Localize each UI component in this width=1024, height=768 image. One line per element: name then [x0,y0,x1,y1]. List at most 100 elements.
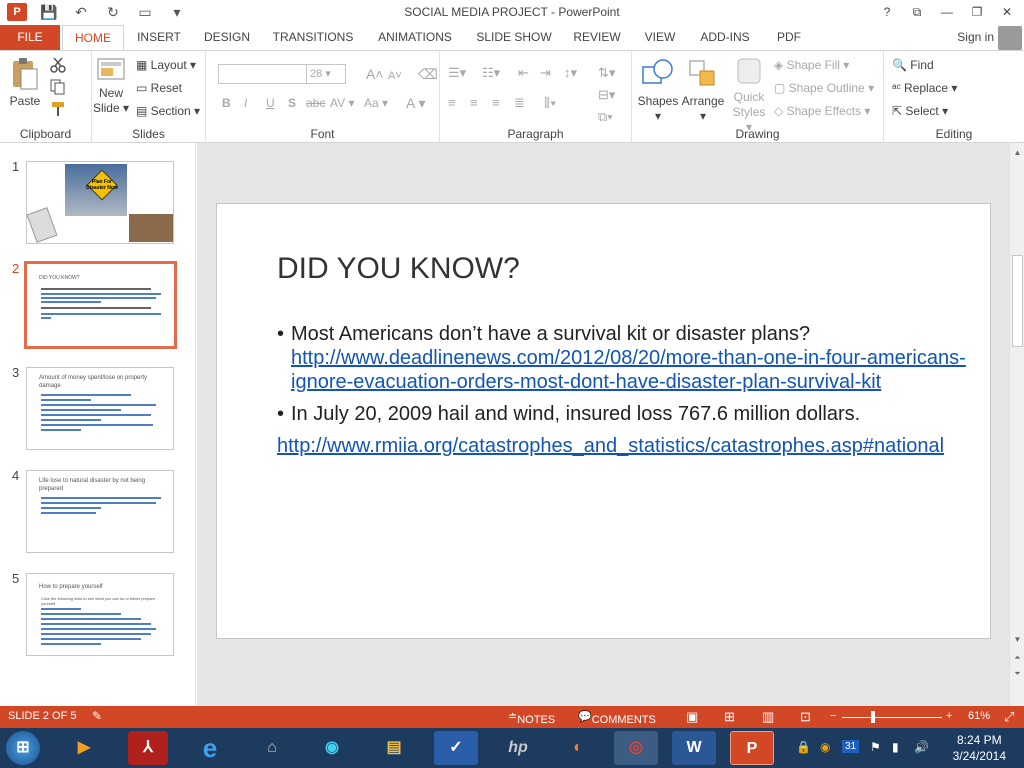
word-icon[interactable]: W [672,731,716,765]
lock-icon[interactable]: 🔒 [796,740,811,754]
replace-button[interactable]: ᵃᶜ Replace ▾ [892,78,957,98]
hp-icon[interactable]: hp [496,731,540,765]
camera-app-icon[interactable]: ⌂ [250,731,294,765]
slide-title[interactable]: DID YOU KNOW? [277,252,520,286]
globe-app-icon[interactable]: ◉ [310,731,354,765]
restore-button[interactable]: ❐ [964,1,990,23]
shapes-button[interactable]: Shapes ▾ [636,57,680,124]
zoom-level[interactable]: 61% [968,710,990,722]
close-button[interactable]: ✕ [994,1,1020,23]
reading-view-icon[interactable]: ▥ [762,709,774,725]
zoom-slider[interactable] [842,717,942,718]
underline-button[interactable]: U [266,93,275,113]
reset-button[interactable]: ▭ Reset [136,78,182,98]
tab-design[interactable]: DESIGN [200,25,254,50]
change-case-button[interactable]: Aa ▾ [364,93,388,113]
slide-show-icon[interactable]: ⊡ [800,709,811,725]
find-button[interactable]: 🔍 Find [892,55,934,75]
slide-thumbnail-4[interactable]: Life lose to natural disaster by not bei… [26,470,174,553]
volume-icon[interactable]: 🔊 [914,740,929,754]
decrease-indent-icon[interactable]: ⇤ [518,63,529,83]
columns-icon[interactable]: ⫼▾ [544,93,556,113]
network-icon[interactable]: ▮ [892,740,899,754]
action-center-icon[interactable]: ⚑ [870,740,881,754]
clear-formatting-icon[interactable]: ⌫ [418,64,438,84]
quick-styles-button[interactable]: Quick Styles ▾ [728,57,770,135]
chrome-icon[interactable]: ◎ [614,731,658,765]
avatar[interactable] [998,26,1022,50]
copy-icon[interactable] [50,79,66,95]
repeat-icon[interactable]: ↻ [102,2,124,22]
justify-icon[interactable]: ≣ [514,93,525,113]
shape-outline-button[interactable]: ▢ Shape Outline ▾ [774,78,874,98]
line-spacing-icon[interactable]: ↕▾ [564,63,577,83]
start-presentation-icon[interactable]: ▭ [134,2,156,22]
shadow-button[interactable]: S [288,93,296,113]
italic-button[interactable]: I [244,93,247,113]
comments-button[interactable]: 💬 COMMENTS [578,710,656,726]
scroll-up-arrow-icon[interactable]: ▲ [1011,146,1024,159]
align-text-icon[interactable]: ⊟▾ [598,85,615,105]
tab-pdf[interactable]: PDF [770,25,808,50]
media-player-icon[interactable]: ▶ [62,731,106,765]
scroll-down-arrow-icon[interactable]: ▼ [1011,633,1024,646]
character-spacing-button[interactable]: AV ▾ [330,93,354,113]
layout-button[interactable]: ▦ Layout ▾ [136,55,196,75]
paste-button[interactable]: Paste [6,57,44,109]
smartart-icon[interactable]: ⧉▾ [598,107,613,127]
format-painter-icon[interactable] [50,101,66,117]
cut-icon[interactable] [50,57,66,73]
zoom-slider-thumb[interactable] [870,711,875,723]
fit-slide-icon[interactable]: ⤢ [1004,709,1014,725]
tab-animations[interactable]: ANIMATIONS [372,25,458,50]
select-button[interactable]: ⇱ Select ▾ [892,101,948,121]
shape-effects-button[interactable]: ◇ Shape Effects ▾ [774,101,870,121]
tab-view[interactable]: VIEW [640,25,680,50]
ribbon-display-options-button[interactable]: ⧉ [904,1,930,23]
font-color-button[interactable]: A ▾ [406,93,426,113]
slide-thumbnail-3[interactable]: Amount of money spent/lose on property d… [26,367,174,450]
slide-canvas[interactable]: DID YOU KNOW? Most Americans don’t have … [216,203,991,639]
new-slide-button[interactable]: New Slide ▾ [92,55,130,116]
tray-app-icon[interactable]: ◉ [820,740,830,754]
arrange-button[interactable]: Arrange ▾ [680,57,726,124]
grow-font-button[interactable]: A˄ [366,64,384,84]
clock[interactable]: 8:24 PM 3/24/2014 [953,732,1006,764]
vertical-scrollbar[interactable]: ▲ ▼ ⏶ ⏷ [1009,143,1024,706]
save-icon[interactable]: 💾 [38,2,60,22]
zoom-in-icon[interactable]: + [946,710,952,722]
align-right-icon[interactable]: ≡ [492,93,500,113]
tab-slide-show[interactable]: SLIDE SHOW [474,25,554,50]
undo-icon[interactable]: ↶ [70,2,92,22]
link-deadlinenews[interactable]: http://www.deadlinenews.com/2012/08/20/m… [291,347,966,393]
align-left-icon[interactable]: ≡ [448,93,456,113]
notes-button[interactable]: ≐ NOTES [508,710,555,726]
tab-insert[interactable]: INSERT [134,25,184,50]
bold-button[interactable]: B [222,93,231,113]
link-rmiia[interactable]: http://www.rmiia.org/catastrophes_and_st… [277,435,944,457]
section-button[interactable]: ▤ Section ▾ [136,101,200,121]
font-size-box[interactable]: 28 ▾ [306,64,346,84]
next-slide-icon[interactable]: ⏷ [1011,667,1024,680]
help-button[interactable]: ? [874,1,900,23]
slide-thumbnail-5[interactable]: How to prepare yourself Click the follow… [26,573,174,656]
scroll-thumb[interactable] [1012,255,1023,347]
file-explorer-icon[interactable]: ▤ [372,731,416,765]
shape-fill-button[interactable]: ◈ Shape Fill ▾ [774,55,849,75]
internet-explorer-icon[interactable]: e [188,731,232,765]
tab-add-ins[interactable]: ADD-INS [696,25,754,50]
tab-transitions[interactable]: TRANSITIONS [270,25,356,50]
checkmark-app-icon[interactable]: ✓ [434,731,478,765]
numbering-icon[interactable]: ☷▾ [482,63,500,83]
calendar-icon[interactable]: 31 [842,740,860,753]
increase-indent-icon[interactable]: ⇥ [540,63,551,83]
text-direction-icon[interactable]: ⇅▾ [598,63,615,83]
acrobat-icon[interactable]: ⅄ [128,731,168,765]
powerpoint-taskbar-icon[interactable]: P [730,731,774,765]
shrink-font-button[interactable]: A˅ [388,66,402,86]
minimize-button[interactable]: — [934,1,960,23]
sign-in-link[interactable]: Sign in [957,30,994,44]
slide-sorter-icon[interactable]: ⊞ [724,709,735,725]
bullets-icon[interactable]: ☰▾ [448,63,466,83]
zoom-out-icon[interactable]: − [830,710,836,722]
